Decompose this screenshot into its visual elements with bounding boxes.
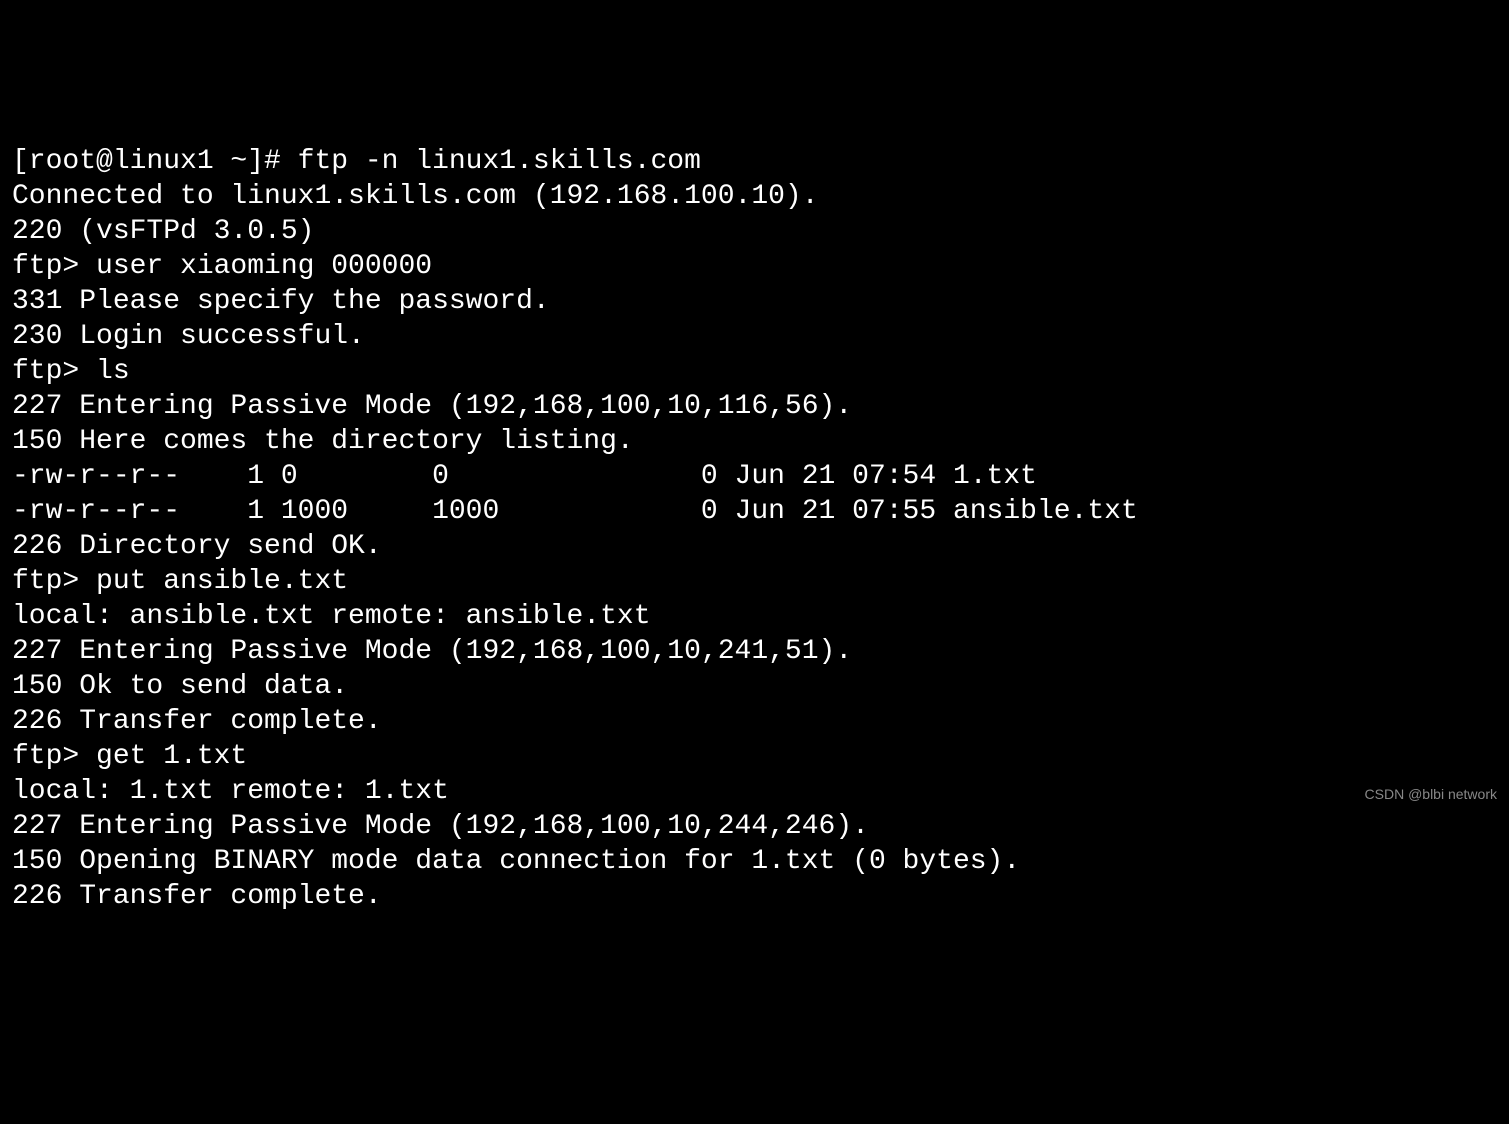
terminal-line: 220 (vsFTPd 3.0.5): [12, 214, 1497, 249]
terminal-line: Connected to linux1.skills.com (192.168.…: [12, 179, 1497, 214]
terminal-line: 227 Entering Passive Mode (192,168,100,1…: [12, 809, 1497, 844]
terminal-line: ftp> put ansible.txt: [12, 564, 1497, 599]
terminal-line: ftp> get 1.txt: [12, 739, 1497, 774]
terminal-line: 226 Directory send OK.: [12, 529, 1497, 564]
terminal-line: 227 Entering Passive Mode (192,168,100,1…: [12, 634, 1497, 669]
terminal-line: ftp> ls: [12, 354, 1497, 389]
terminal-line: -rw-r--r-- 1 1000 1000 0 Jun 21 07:55 an…: [12, 494, 1497, 529]
terminal-line: 331 Please specify the password.: [12, 284, 1497, 319]
terminal-line: 226 Transfer complete.: [12, 704, 1497, 739]
terminal-line: 150 Opening BINARY mode data connection …: [12, 844, 1497, 879]
terminal-line: 150 Here comes the directory listing.: [12, 424, 1497, 459]
terminal-line: -rw-r--r-- 1 0 0 0 Jun 21 07:54 1.txt: [12, 459, 1497, 494]
terminal-line: 227 Entering Passive Mode (192,168,100,1…: [12, 389, 1497, 424]
terminal-output[interactable]: [root@linux1 ~]# ftp -n linux1.skills.co…: [12, 144, 1497, 914]
terminal-line: ftp> user xiaoming 000000: [12, 249, 1497, 284]
terminal-line: local: 1.txt remote: 1.txt: [12, 774, 1497, 809]
watermark-text: CSDN @blbi network: [1365, 786, 1497, 804]
terminal-line: 150 Ok to send data.: [12, 669, 1497, 704]
terminal-line: local: ansible.txt remote: ansible.txt: [12, 599, 1497, 634]
terminal-line: [root@linux1 ~]# ftp -n linux1.skills.co…: [12, 144, 1497, 179]
terminal-line: 226 Transfer complete.: [12, 879, 1497, 914]
terminal-line: 230 Login successful.: [12, 319, 1497, 354]
